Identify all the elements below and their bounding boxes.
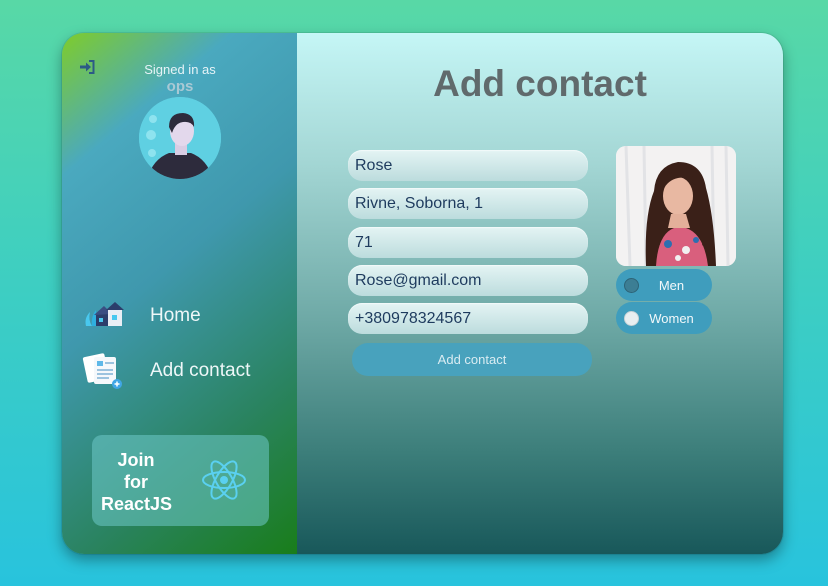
radio-label: Women — [649, 310, 694, 326]
main-panel: Add contact Add contact — [297, 33, 783, 554]
phone-input[interactable] — [348, 303, 588, 334]
sidebar: Signed in as ops Home Add contact Join f… — [62, 33, 297, 554]
contact-photo — [616, 146, 736, 266]
user-avatar-icon — [139, 97, 221, 179]
join-line-3: ReactJS — [101, 494, 173, 514]
address-input[interactable] — [348, 188, 588, 219]
house-icon — [85, 302, 124, 326]
name-input[interactable] — [348, 150, 588, 181]
contacts-add-icon — [82, 353, 122, 389]
sidebar-item-label: Add contact — [150, 360, 251, 381]
gender-radio-women[interactable]: Women — [616, 302, 712, 334]
add-contact-button[interactable]: Add contact — [352, 343, 592, 376]
sign-in-icon[interactable] — [79, 60, 95, 74]
contact-photo-image — [616, 146, 736, 266]
sidebar-item-add-contact[interactable]: Add contact — [82, 351, 250, 391]
sidebar-item-home[interactable]: Home — [82, 296, 201, 336]
join-text: Join for ReactJS — [101, 449, 173, 515]
email-input[interactable] — [348, 265, 588, 296]
gender-radio-men[interactable]: Men — [616, 269, 712, 301]
page-title: Add contact — [433, 63, 647, 104]
avatar — [139, 97, 221, 179]
join-line-2: for — [124, 472, 148, 492]
react-logo-icon — [202, 460, 246, 500]
radio-indicator — [624, 310, 639, 326]
signed-in-username: ops — [166, 78, 194, 95]
radio-indicator — [624, 277, 639, 293]
join-reactjs-card[interactable]: Join for ReactJS — [92, 435, 269, 526]
app-card: Signed in as ops Home Add contact Join f… — [62, 33, 783, 554]
signed-in-label: Signed in as — [144, 62, 216, 77]
sidebar-item-label: Home — [150, 305, 201, 326]
age-input[interactable] — [348, 227, 588, 258]
join-line-1: Join — [117, 450, 155, 470]
radio-label: Men — [658, 277, 685, 293]
